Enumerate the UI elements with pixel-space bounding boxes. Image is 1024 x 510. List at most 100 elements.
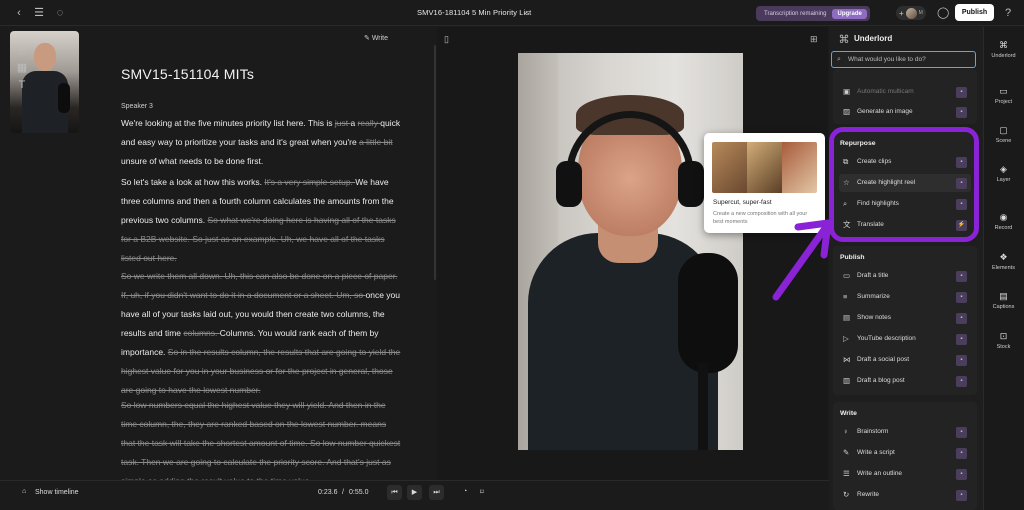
help-icon[interactable]: ? xyxy=(1002,7,1014,19)
total-time: 0:55.0 xyxy=(349,489,369,496)
skip-forward-button[interactable]: ⏭ xyxy=(429,485,444,500)
menu-item-label: Write a script xyxy=(857,449,895,456)
scene-icon: ▢ xyxy=(999,125,1008,135)
lock-icon: ▪ xyxy=(956,271,967,282)
pen-icon: ✎ xyxy=(364,35,372,42)
transcription-remaining-badge[interactable]: Transcription remaining Upgrade xyxy=(756,6,870,21)
document-title[interactable]: SMV16-181104 5 Min Priority List xyxy=(417,8,531,17)
layout-icon[interactable]: ⊞ xyxy=(810,34,818,45)
lock-icon: ▪ xyxy=(956,469,967,480)
page-icon[interactable]: ▯ xyxy=(444,34,449,45)
struck-text[interactable]: So low numbers equal the highest value t… xyxy=(121,400,400,486)
comment-icon[interactable]: ◯ xyxy=(937,7,949,19)
text-icon[interactable]: T xyxy=(16,79,28,91)
tooltip-title: Supercut, super-fast xyxy=(713,199,772,206)
rail-label: Stock xyxy=(996,344,1011,350)
status-icon[interactable]: ◌ xyxy=(54,7,66,19)
captions-icon: ▤ xyxy=(999,291,1008,301)
menu-item-label: Summarize xyxy=(857,293,890,300)
lock-icon: ▪ xyxy=(956,107,967,118)
editor-scrollbar[interactable] xyxy=(434,45,436,280)
speaker-label[interactable]: Speaker 3 xyxy=(121,103,153,110)
transcript-text[interactable]: We're looking at the five minutes priori… xyxy=(121,118,335,128)
collaborators[interactable]: + M xyxy=(896,6,926,20)
rail-elements[interactable]: ❖ Elements xyxy=(983,252,1024,271)
rail-record[interactable]: ◉ Record xyxy=(983,212,1024,231)
rail-stock[interactable]: ⊡ Stock xyxy=(983,331,1024,350)
menu-item-draft-title[interactable]: ▭ Draft a title ▪ xyxy=(839,267,971,285)
transcript-paragraph[interactable]: So low numbers equal the highest value t… xyxy=(121,396,402,491)
underlord-search-input[interactable]: ⌕ What would you like to do? xyxy=(831,51,976,68)
struck-text[interactable]: So we write them all down. Uh, this can … xyxy=(121,271,397,300)
speed-icon[interactable]: ◔ xyxy=(463,488,467,495)
rail-label: Record xyxy=(994,225,1013,231)
menu-item-label: Brainstorm xyxy=(857,428,889,435)
struck-text[interactable]: really xyxy=(358,118,381,128)
lock-icon: ▪ xyxy=(956,427,967,438)
publish-button[interactable]: Publish xyxy=(955,4,994,21)
home-icon[interactable]: ⌂ xyxy=(16,45,28,57)
struck-text[interactable]: a little bit xyxy=(359,137,393,147)
back-icon[interactable]: ‹ xyxy=(13,7,25,19)
rail-layer[interactable]: ◈ Layer xyxy=(983,164,1024,183)
lock-icon: ▪ xyxy=(956,490,967,501)
transcript-paragraph[interactable]: So let's take a look at how this works. … xyxy=(121,173,402,268)
robot-icon: ⌘ xyxy=(838,34,850,46)
chevron-down-icon[interactable]: ⌄ xyxy=(522,7,529,16)
menu-item-label: Generate an image xyxy=(857,108,913,115)
transcript-paragraph[interactable]: So we write them all down. Uh, this can … xyxy=(121,267,402,400)
composition-title[interactable]: SMV15-151104 MITs xyxy=(121,66,254,82)
menu-item-automatic-multicam[interactable]: ▣ Automatic multicam ▪ xyxy=(839,83,971,101)
skip-back-button[interactable]: ⏮ xyxy=(387,485,402,500)
write-card: Write ♀ Brainstorm ▪ ✎ Write a script ▪ ☰ Wri… xyxy=(833,402,977,510)
bookmark-icon[interactable]: ⌑ xyxy=(480,488,484,496)
menu-item-summarize[interactable]: ≡ Summarize ▪ xyxy=(839,288,971,306)
menu-icon[interactable]: ☰ xyxy=(33,7,45,19)
menu-item-youtube-description[interactable]: ▷ YouTube description ▪ xyxy=(839,330,971,348)
transcript-text[interactable]: unsure of what needs to be done first. xyxy=(121,156,263,166)
rail-scene[interactable]: ▢ Scene xyxy=(983,125,1024,144)
image-icon: ▨ xyxy=(843,107,851,116)
lightbulb-icon: ♀ xyxy=(843,427,849,436)
rewrite-icon: ↻ xyxy=(843,490,850,499)
timeline-icon[interactable]: ⌂ xyxy=(22,488,26,495)
struck-text[interactable]: It's a very simple setup. xyxy=(264,177,355,187)
rail-label: Elements xyxy=(992,265,1015,271)
video-frame[interactable] xyxy=(518,53,743,450)
avatar-initial: M xyxy=(918,10,923,16)
plus-icon[interactable]: + xyxy=(899,9,904,18)
stock-icon: ⊡ xyxy=(999,331,1008,341)
menu-item-draft-social-post[interactable]: ⋈ Draft a social post ▪ xyxy=(839,351,971,369)
headphone-cup-right xyxy=(678,161,704,207)
menu-item-brainstorm[interactable]: ♀ Brainstorm ▪ xyxy=(839,423,971,441)
menu-item-write-outline[interactable]: ☰ Write an outline ▪ xyxy=(839,465,971,483)
menu-item-label: Draft a blog post xyxy=(857,377,905,384)
write-button[interactable]: ✎ Write xyxy=(364,34,388,42)
underlord-title: Underlord xyxy=(854,34,893,43)
show-timeline-button[interactable]: Show timeline xyxy=(35,489,79,496)
grid-icon[interactable]: ▦ xyxy=(16,62,28,74)
write-heading: Write xyxy=(840,410,857,417)
menu-item-rewrite[interactable]: ↻ Rewrite ▪ xyxy=(839,486,971,504)
menu-item-draft-blog-post[interactable]: ▥ Draft a blog post ▪ xyxy=(839,372,971,390)
struck-text[interactable]: just xyxy=(335,118,351,128)
camera-icon: ▣ xyxy=(843,87,851,96)
menu-item-generate-image[interactable]: ▨ Generate an image ▪ xyxy=(839,103,971,121)
rail-label: Scene xyxy=(995,138,1012,144)
search-placeholder: What would you like to do? xyxy=(848,56,926,63)
transcript-text[interactable]: a xyxy=(351,118,358,128)
rail-captions[interactable]: ▤ Captions xyxy=(983,291,1024,310)
menu-item-label: Draft a title xyxy=(857,272,889,279)
upgrade-button[interactable]: Upgrade xyxy=(832,8,867,19)
struck-text[interactable]: columns. xyxy=(183,328,219,338)
play-button[interactable]: ▶ xyxy=(407,485,422,500)
rail-underlord[interactable]: ⌘ Underlord xyxy=(983,40,1024,59)
notes-icon: ▤ xyxy=(843,313,851,322)
transcript-text[interactable]: So let's take a look at how this works. xyxy=(121,177,264,187)
menu-item-show-notes[interactable]: ▤ Show notes ▪ xyxy=(839,309,971,327)
transcript-paragraph[interactable]: We're looking at the five minutes priori… xyxy=(121,114,402,171)
menu-item-write-script[interactable]: ✎ Write a script ▪ xyxy=(839,444,971,462)
rail-project[interactable]: ▭ Project xyxy=(983,86,1024,105)
summary-icon: ≡ xyxy=(843,292,848,301)
rail-label: Underlord xyxy=(991,53,1016,59)
